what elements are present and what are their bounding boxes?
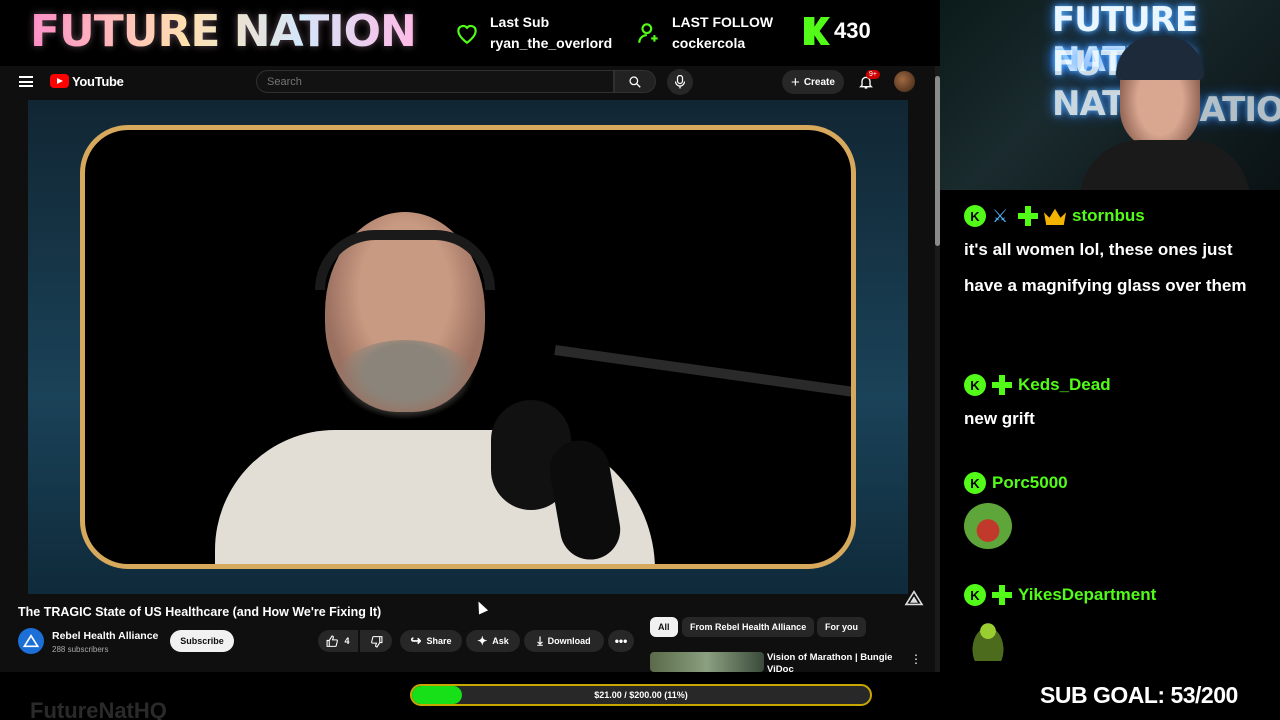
sub-goal-text: SUB GOAL: 53/200 xyxy=(1040,682,1238,708)
last-follow-alert: LAST FOLLOW cockercola xyxy=(636,12,773,54)
recommended-title[interactable]: Vision of Marathon | Bungie ViDoc xyxy=(767,652,897,672)
sparkle-icon xyxy=(992,375,1012,395)
video-title: The TRAGIC State of US Healthcare (and H… xyxy=(18,605,382,619)
download-label: Download xyxy=(547,636,591,646)
chat-panel: ⚔ stornbus it's all women lol, these one… xyxy=(940,190,1280,672)
donation-goal-text: $21.00 / $200.00 (11%) xyxy=(594,690,688,700)
search-icon xyxy=(629,76,641,88)
more-actions-button[interactable]: ••• xyxy=(608,630,634,652)
share-button[interactable]: ↪ Share xyxy=(400,630,462,652)
last-sub-label: Last Sub xyxy=(490,14,550,30)
search-button[interactable] xyxy=(614,70,656,93)
account-avatar[interactable] xyxy=(894,71,915,92)
channel-avatar[interactable] xyxy=(18,628,44,654)
youtube-brand[interactable]: YouTube xyxy=(72,74,124,89)
last-sub-name: ryan_the_overlord xyxy=(490,35,613,51)
voice-search-button[interactable] xyxy=(667,69,693,95)
crown-icon xyxy=(1044,208,1066,225)
stream-bottom-bar: FutureNatHQ $21.00 / $200.00 (11%) SUB G… xyxy=(0,672,1280,720)
chat-message: Keds_Dead new grift xyxy=(964,371,1264,437)
add-user-icon xyxy=(638,23,658,43)
download-button[interactable]: ⤓ Download xyxy=(524,630,604,652)
channel-watermark-icon[interactable] xyxy=(904,590,924,606)
like-button[interactable]: 4 xyxy=(318,630,358,652)
chat-username[interactable]: YikesDepartment xyxy=(1018,585,1156,605)
sparkle-icon xyxy=(1018,206,1038,226)
last-follow-name: cockercola xyxy=(672,35,746,51)
share-label: Share xyxy=(426,636,452,646)
kick-icon xyxy=(964,584,986,606)
twitter-handle: FutureNatHQ xyxy=(30,698,167,720)
plus-icon: + xyxy=(791,73,800,91)
like-count: 4 xyxy=(344,636,350,646)
chat-message: YikesDepartment xyxy=(964,581,1156,661)
channel-subscriber-count: 288 subscribers xyxy=(52,645,109,654)
donation-goal-bar: $21.00 / $200.00 (11%) xyxy=(410,684,872,706)
streamer-body xyxy=(1080,140,1250,190)
frog-emote-icon xyxy=(964,503,1012,549)
thumbs-up-icon xyxy=(327,635,339,647)
youtube-logo-icon[interactable] xyxy=(50,74,69,88)
chat-username[interactable]: Keds_Dead xyxy=(1018,375,1111,395)
kick-icon xyxy=(964,472,986,494)
mouse-cursor-icon xyxy=(473,599,489,615)
sparkle-icon: ✦ xyxy=(477,634,488,648)
youtube-header: YouTube + Create 9+ xyxy=(0,66,940,98)
future-nation-logo: FUTURE NATION xyxy=(30,6,417,57)
chat-username[interactable]: stornbus xyxy=(1072,206,1145,226)
recommended-more-icon[interactable]: ⋮ xyxy=(910,652,922,666)
sparkle-icon xyxy=(992,585,1012,605)
download-icon: ⤓ xyxy=(537,633,543,648)
thumbs-down-icon xyxy=(370,635,382,647)
stream-top-bar: FUTURE NATION Last Sub ryan_the_overlord… xyxy=(0,0,940,66)
youtube-window: YouTube + Create 9+ xyxy=(0,66,940,672)
microphone-icon xyxy=(674,75,686,89)
kick-viewer-count: 430 xyxy=(834,18,871,43)
ask-label: Ask xyxy=(492,636,509,646)
channel-name[interactable]: Rebel Health Alliance xyxy=(52,630,158,642)
more-icon: ••• xyxy=(614,634,628,648)
last-follow-label: LAST FOLLOW xyxy=(672,14,774,30)
create-button[interactable]: + Create xyxy=(782,70,844,94)
sword-icon: ⚔ xyxy=(992,206,1009,226)
heart-icon xyxy=(457,24,477,45)
search-box[interactable] xyxy=(256,70,614,93)
chat-message: ⚔ stornbus it's all women lol, these one… xyxy=(964,202,1264,304)
webcam-feed: FUTURE NATION FUTURE NATION NATION xyxy=(940,0,1280,190)
kick-logo-icon xyxy=(804,17,830,45)
guest-video-feed xyxy=(85,130,851,564)
video-frame xyxy=(80,125,856,569)
share-icon: ↪ xyxy=(410,633,422,648)
chip-for-you[interactable]: For you xyxy=(817,617,866,637)
ask-button[interactable]: ✦ Ask xyxy=(466,630,520,652)
subscribe-button[interactable]: Subscribe xyxy=(170,630,234,652)
chat-username[interactable]: Porc5000 xyxy=(992,473,1068,493)
turtle-emote-icon xyxy=(964,615,1012,661)
recommended-thumbnail[interactable] xyxy=(650,652,764,672)
search-input[interactable] xyxy=(257,71,613,92)
kick-icon xyxy=(964,205,986,227)
chat-text: it's all women lol, these ones just have… xyxy=(964,240,1247,295)
channel-logo-icon xyxy=(23,634,39,648)
video-player[interactable] xyxy=(28,100,924,606)
chip-all[interactable]: All xyxy=(650,617,678,637)
create-label: Create xyxy=(803,76,835,88)
chat-text: new grift xyxy=(964,409,1035,428)
menu-icon[interactable] xyxy=(19,76,33,87)
kick-icon xyxy=(964,374,986,396)
notification-badge: 9+ xyxy=(866,70,880,79)
chip-from-channel[interactable]: From Rebel Health Alliance xyxy=(682,617,815,637)
dislike-button[interactable] xyxy=(360,630,392,652)
chat-message: Porc5000 xyxy=(964,469,1068,549)
last-sub-alert: Last Sub ryan_the_overlord xyxy=(454,12,612,54)
